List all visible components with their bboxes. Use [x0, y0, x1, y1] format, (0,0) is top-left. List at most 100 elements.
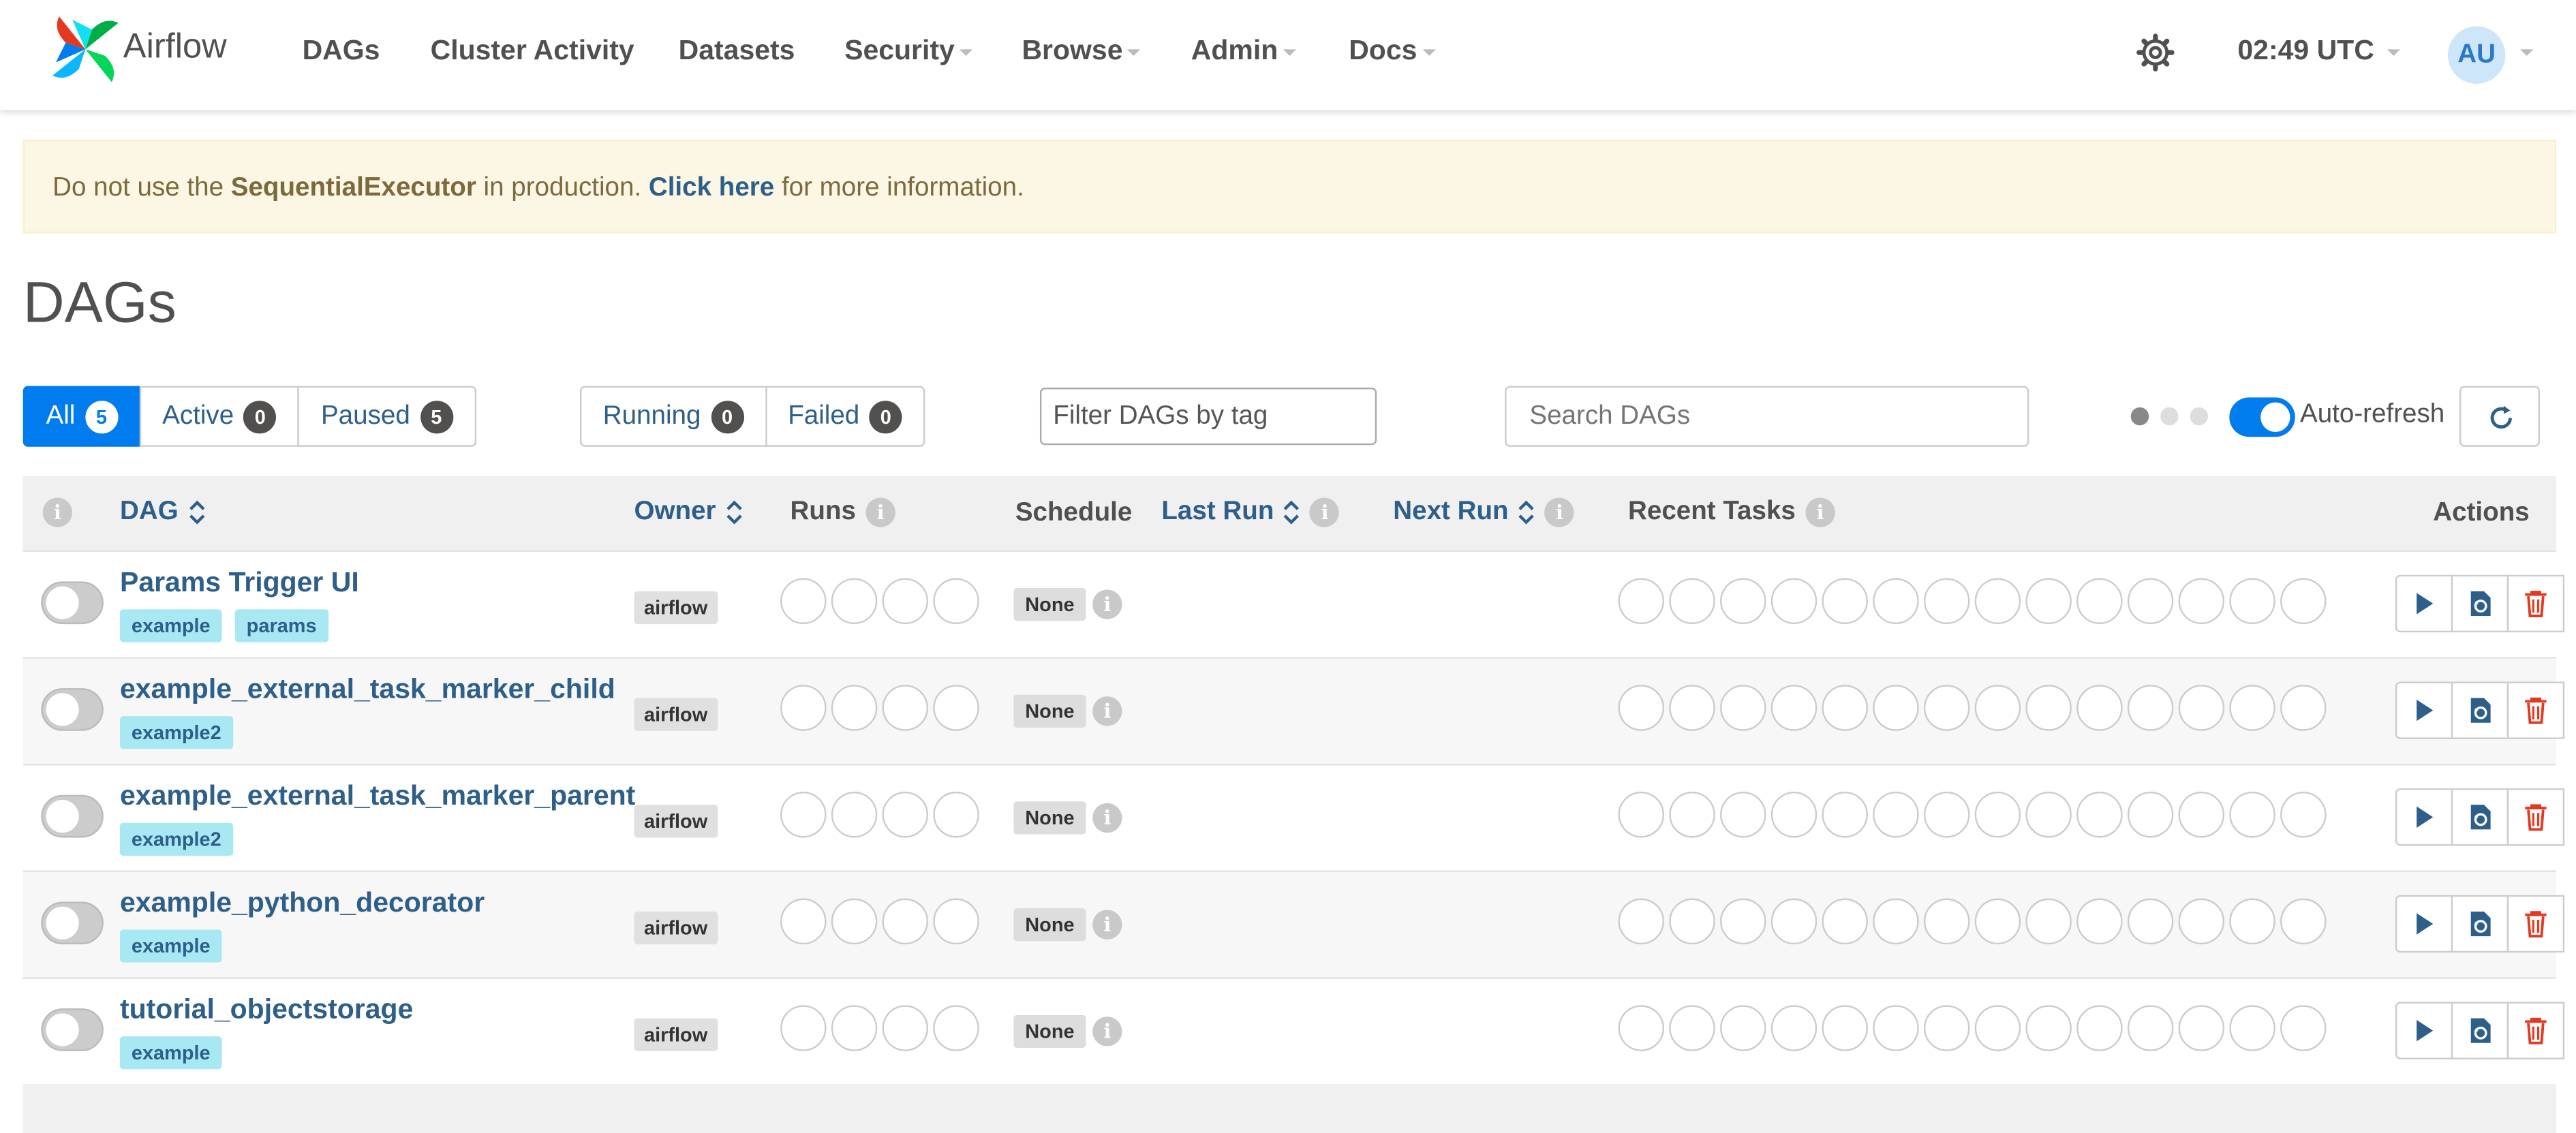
run-status-circle[interactable] — [780, 685, 827, 731]
task-status-circle[interactable] — [1720, 791, 1766, 838]
dag-tag[interactable]: params — [234, 609, 328, 642]
task-status-circle[interactable] — [2280, 791, 2327, 838]
task-status-circle[interactable] — [1770, 898, 1818, 945]
delete-dag-button[interactable] — [2506, 895, 2565, 953]
task-status-circle[interactable] — [2229, 685, 2275, 731]
task-status-circle[interactable] — [2178, 685, 2225, 731]
task-status-circle[interactable] — [2025, 791, 2072, 838]
gear-icon[interactable] — [2136, 33, 2175, 72]
reparse-dag-button[interactable] — [2451, 788, 2509, 846]
task-status-circle[interactable] — [2025, 578, 2072, 625]
refresh-button[interactable] — [2459, 386, 2540, 447]
delete-dag-button[interactable] — [2506, 788, 2565, 846]
task-status-circle[interactable] — [1618, 578, 1665, 625]
task-status-circle[interactable] — [1873, 791, 1919, 838]
dag-pause-toggle[interactable] — [41, 794, 104, 838]
reparse-dag-button[interactable] — [2451, 1002, 2509, 1059]
delete-dag-button[interactable] — [2506, 681, 2565, 739]
dag-tag[interactable]: example — [119, 1036, 222, 1070]
time-display[interactable]: 02:49 UTC — [2237, 35, 2400, 67]
task-status-circle[interactable] — [1873, 1005, 1919, 1051]
trigger-dag-button[interactable] — [2395, 681, 2453, 739]
dag-pause-toggle[interactable] — [41, 581, 104, 625]
airflow-logo-icon[interactable] — [49, 13, 121, 85]
info-icon[interactable]: i — [1092, 910, 1122, 940]
filter-active-button[interactable]: Active 0 — [139, 386, 300, 447]
nav-datasets[interactable]: Datasets — [679, 35, 795, 67]
info-icon[interactable]: i — [1805, 497, 1835, 527]
run-status-circle[interactable] — [780, 791, 827, 838]
task-status-circle[interactable] — [2280, 898, 2327, 945]
run-status-circle[interactable] — [831, 791, 878, 838]
nav-browse[interactable]: Browse — [1022, 35, 1141, 67]
dag-tag[interactable]: example2 — [119, 716, 233, 749]
dag-pause-toggle[interactable] — [41, 688, 104, 731]
trigger-dag-button[interactable] — [2395, 1002, 2453, 1059]
task-status-circle[interactable] — [2127, 1005, 2174, 1051]
task-status-circle[interactable] — [2127, 578, 2174, 625]
info-icon[interactable]: i — [1092, 803, 1122, 833]
owner-badge[interactable]: airflow — [634, 591, 718, 625]
dag-name-link[interactable]: example_external_task_marker_child — [120, 673, 615, 706]
filter-paused-button[interactable]: Paused 5 — [298, 386, 476, 447]
owner-badge[interactable]: airflow — [634, 911, 718, 945]
task-status-circle[interactable] — [1822, 578, 1868, 625]
dag-pause-toggle[interactable] — [41, 1008, 104, 1051]
task-status-circle[interactable] — [1669, 1005, 1715, 1051]
task-status-circle[interactable] — [1923, 685, 1970, 731]
run-status-circle[interactable] — [933, 1005, 979, 1051]
reparse-dag-button[interactable] — [2451, 895, 2509, 953]
info-icon[interactable]: i — [865, 497, 895, 527]
alert-link[interactable]: Click here — [649, 174, 774, 202]
auto-refresh-toggle[interactable] — [2229, 397, 2295, 437]
task-status-circle[interactable] — [1720, 1005, 1766, 1051]
task-status-circle[interactable] — [1669, 578, 1715, 625]
task-status-circle[interactable] — [1618, 791, 1665, 838]
dag-name-link[interactable]: example_python_decorator — [120, 887, 485, 920]
task-status-circle[interactable] — [2025, 685, 2072, 731]
task-status-circle[interactable] — [2280, 1005, 2327, 1051]
run-status-circle[interactable] — [933, 898, 979, 945]
run-status-circle[interactable] — [882, 791, 929, 838]
info-icon[interactable]: i — [1544, 497, 1575, 527]
info-icon[interactable]: i — [1310, 497, 1340, 527]
task-status-circle[interactable] — [1822, 791, 1868, 838]
task-status-circle[interactable] — [1974, 578, 2021, 625]
task-status-circle[interactable] — [1974, 685, 2021, 731]
task-status-circle[interactable] — [1770, 1005, 1818, 1051]
run-status-circle[interactable] — [933, 578, 979, 625]
dag-name-link[interactable]: Params Trigger UI — [120, 567, 359, 600]
schedule-badge[interactable]: None — [1013, 1014, 1086, 1049]
task-status-circle[interactable] — [2178, 898, 2225, 945]
filter-all-button[interactable]: All 5 — [22, 386, 141, 447]
owner-badge[interactable]: airflow — [634, 805, 718, 838]
info-icon[interactable]: i — [1092, 1016, 1122, 1046]
nav-docs[interactable]: Docs — [1349, 35, 1435, 67]
run-status-circle[interactable] — [882, 685, 929, 731]
task-status-circle[interactable] — [2076, 791, 2123, 838]
task-status-circle[interactable] — [2127, 898, 2174, 945]
task-status-circle[interactable] — [1720, 898, 1766, 945]
task-status-circle[interactable] — [2229, 898, 2275, 945]
info-icon[interactable]: i — [1092, 589, 1122, 619]
run-status-circle[interactable] — [882, 1005, 929, 1051]
run-status-circle[interactable] — [831, 685, 878, 731]
task-status-circle[interactable] — [2229, 578, 2275, 625]
chevron-down-icon[interactable] — [2520, 49, 2534, 56]
trigger-dag-button[interactable] — [2395, 895, 2453, 953]
delete-dag-button[interactable] — [2506, 1002, 2565, 1059]
schedule-badge[interactable]: None — [1013, 694, 1086, 728]
task-status-circle[interactable] — [2229, 791, 2275, 838]
task-status-circle[interactable] — [1822, 685, 1868, 731]
task-status-circle[interactable] — [2076, 578, 2123, 625]
nav-cluster-activity[interactable]: Cluster Activity — [431, 35, 634, 67]
task-status-circle[interactable] — [2280, 685, 2327, 731]
user-avatar[interactable]: AU — [2447, 26, 2506, 84]
run-status-circle[interactable] — [831, 1005, 878, 1051]
task-status-circle[interactable] — [1923, 578, 1970, 625]
task-status-circle[interactable] — [2076, 685, 2123, 731]
task-status-circle[interactable] — [2076, 898, 2123, 945]
delete-dag-button[interactable] — [2506, 574, 2565, 633]
header-owner[interactable]: Owner — [634, 497, 743, 527]
run-status-circle[interactable] — [831, 578, 878, 625]
